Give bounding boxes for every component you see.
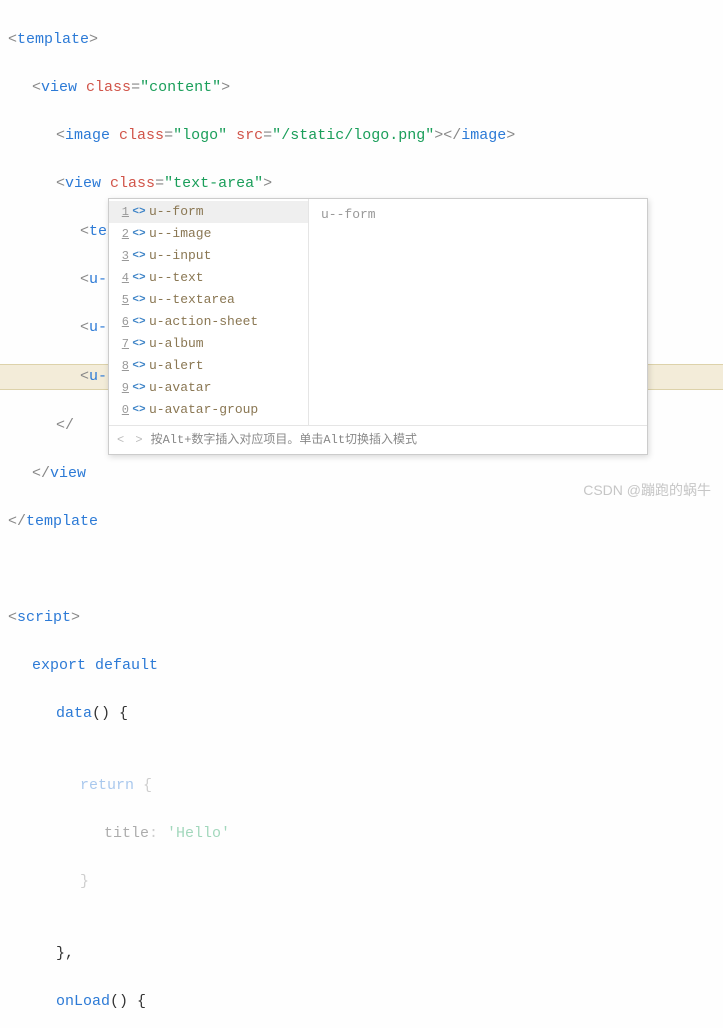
autocomplete-item-3[interactable]: 4<>u--text [109,267,308,289]
tag-icon: <> [129,201,149,223]
tag-icon: <> [129,377,149,399]
autocomplete-popup: 1<>u--form 2<>u--image 3<>u--input 4<>u-… [108,198,648,455]
typing-cursor: u- [89,368,107,385]
tag-template: template [17,31,89,48]
autocomplete-item-7[interactable]: 8<>u-alert [109,355,308,377]
autocomplete-item-0[interactable]: 1<>u--form [109,201,308,223]
tag-icon: <> [129,311,149,333]
watermark: CSDN @蹦跑的蜗牛 [583,478,711,502]
code-editor[interactable]: <template> <view class="content"> <image… [0,0,723,1028]
autocomplete-item-5[interactable]: 6<>u-action-sheet [109,311,308,333]
tag-icon: <> [129,333,149,355]
autocomplete-item-2[interactable]: 3<>u--input [109,245,308,267]
autocomplete-item-6[interactable]: 7<>u-album [109,333,308,355]
autocomplete-list: 1<>u--form 2<>u--image 3<>u--input 4<>u-… [109,199,309,425]
tag-image: image [65,127,110,144]
autocomplete-item-1[interactable]: 2<>u--image [109,223,308,245]
autocomplete-item-8[interactable]: 9<>u-avatar [109,377,308,399]
tag-icon: <> [129,399,149,421]
autocomplete-item-4[interactable]: 5<>u--textarea [109,289,308,311]
autocomplete-item-9[interactable]: 0<>u-avatar-group [109,399,308,421]
tag-icon: <> [129,267,149,289]
autocomplete-footer: < > 按Alt+数字插入对应项目。单击Alt切换插入模式 [109,425,647,454]
tag-icon: <> [129,223,149,245]
nav-arrows-icon: < > [117,429,145,451]
tag-script: script [17,609,71,626]
tag-view: view [41,79,77,96]
tag-icon: <> [129,355,149,377]
tag-icon: <> [129,289,149,311]
tag-icon: <> [129,245,149,267]
autocomplete-hint: 按Alt+数字插入对应项目。单击Alt切换插入模式 [151,429,417,451]
autocomplete-detail: u--form [309,199,647,425]
